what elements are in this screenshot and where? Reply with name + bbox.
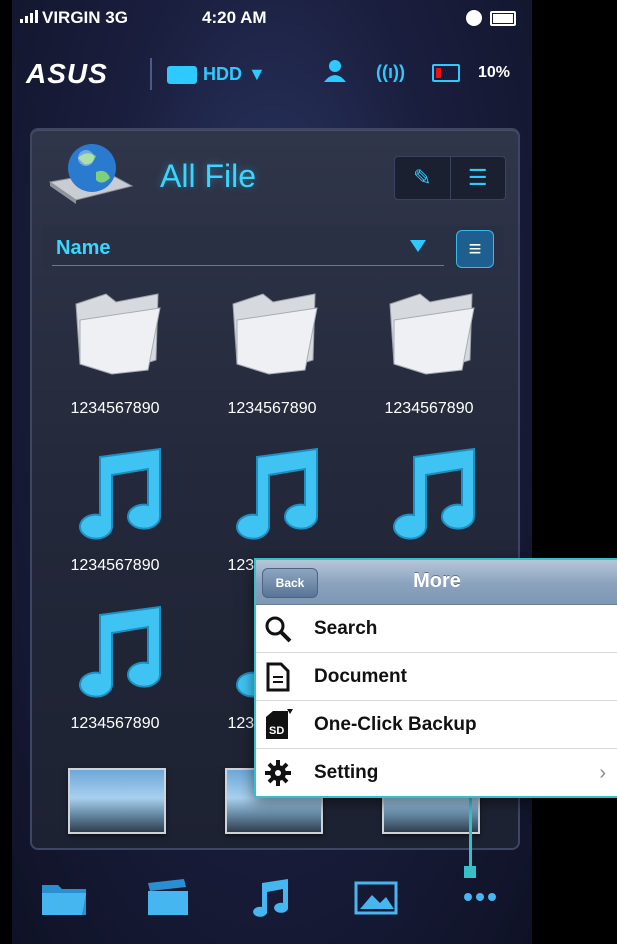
grid-item[interactable]: 1234567890 (40, 597, 190, 747)
status-battery-icon (490, 10, 516, 26)
menu-item-label: Setting (314, 761, 379, 783)
status-bar: VIRGIN 3G 4:20 AM (12, 0, 532, 36)
grid-item[interactable]: 1234567890 (354, 282, 504, 432)
tab-folders[interactable] (34, 867, 94, 927)
tab-videos[interactable] (138, 867, 198, 927)
music-note-icon (79, 605, 161, 698)
popup-header: Back More (256, 560, 617, 605)
divider (150, 58, 152, 90)
file-name: 1234567890 (70, 400, 160, 417)
file-name: 1234567890 (384, 400, 474, 417)
chevron-right-icon: › (599, 762, 606, 784)
carrier-label: VIRGIN 3G (42, 8, 128, 27)
file-name: 1234567890 (227, 400, 317, 417)
callout-line (469, 792, 472, 872)
menu-item-search[interactable]: Search (256, 605, 617, 653)
folder-icon (75, 293, 161, 375)
tab-music[interactable] (242, 867, 302, 927)
top-bar: ASUS HDD ▼ ((ı)) 10% (12, 48, 532, 102)
sort-bar[interactable]: Name ≡ (42, 226, 504, 270)
storage-selector[interactable]: HDD ▼ (167, 64, 266, 85)
menu-item-label: Document (314, 665, 407, 687)
globe-drive-icon (48, 144, 134, 204)
asus-logo: ASUS (26, 58, 108, 89)
more-dots-icon (464, 893, 496, 901)
tab-more[interactable] (450, 867, 510, 927)
music-note-icon (79, 447, 161, 540)
battery-percent: 10% (478, 64, 511, 81)
device-battery-icon (432, 64, 460, 82)
callout-marker (464, 866, 476, 878)
sd-card-icon: SD (256, 703, 300, 747)
chevron-down-icon: ▼ (248, 64, 266, 84)
sort-dropdown-icon[interactable] (410, 240, 426, 252)
signal-icon (20, 10, 38, 23)
carrier-signal: VIRGIN 3G (20, 8, 128, 28)
status-time: 4:20 AM (202, 8, 267, 27)
more-popup: Back More Search Document SD One-Click B… (254, 558, 617, 798)
menu-item-setting[interactable]: Setting › (256, 749, 617, 796)
numbered-list-icon[interactable]: ≡ (456, 230, 494, 268)
folder-icon (389, 293, 475, 375)
search-icon (256, 607, 300, 651)
clapperboard-icon (148, 879, 188, 915)
edit-pencil-icon[interactable]: ✎ (395, 157, 451, 199)
image-icon (354, 881, 398, 915)
menu-item-label: Search (314, 617, 378, 639)
music-note-icon (236, 447, 318, 540)
file-name: 1234567890 (70, 715, 160, 732)
photo-thumbnail-icon (68, 768, 166, 834)
user-icon[interactable] (322, 58, 348, 84)
music-tab-icon (253, 879, 289, 917)
grid-item[interactable]: 1234567890 (40, 439, 190, 589)
tab-photos[interactable] (346, 867, 406, 927)
grid-item[interactable]: 1234567890 (40, 282, 190, 432)
grid-item[interactable]: 1234567890 (197, 282, 347, 432)
sort-label: Name (56, 237, 111, 259)
panel-title: All File (160, 158, 257, 194)
svg-text:SD: SD (269, 725, 284, 737)
list-view-icon[interactable]: ☰ (451, 157, 506, 199)
menu-item-label: One-Click Backup (314, 713, 477, 735)
storage-label: HDD (203, 64, 242, 84)
panel-tools: ✎ ☰ (394, 156, 506, 200)
bottom-tab-bar (12, 850, 532, 944)
popup-title: More (413, 570, 461, 592)
sort-underline (52, 265, 444, 266)
music-note-icon (393, 447, 475, 540)
wireless-icon[interactable]: ((ı)) (376, 62, 405, 83)
gear-icon (256, 751, 300, 795)
file-name: 1234567890 (70, 557, 160, 574)
menu-item-document[interactable]: Document (256, 653, 617, 701)
menu-item-one-click-backup[interactable]: SD One-Click Backup (256, 701, 617, 749)
status-icons (466, 10, 516, 26)
do-not-disturb-icon (466, 10, 482, 26)
document-icon (256, 655, 300, 699)
folder-tab-icon (42, 885, 86, 915)
hdd-icon (167, 65, 197, 84)
folder-icon (232, 293, 318, 375)
app-screen: VIRGIN 3G 4:20 AM ASUS HDD ▼ ((ı)) 10% A… (12, 0, 532, 944)
